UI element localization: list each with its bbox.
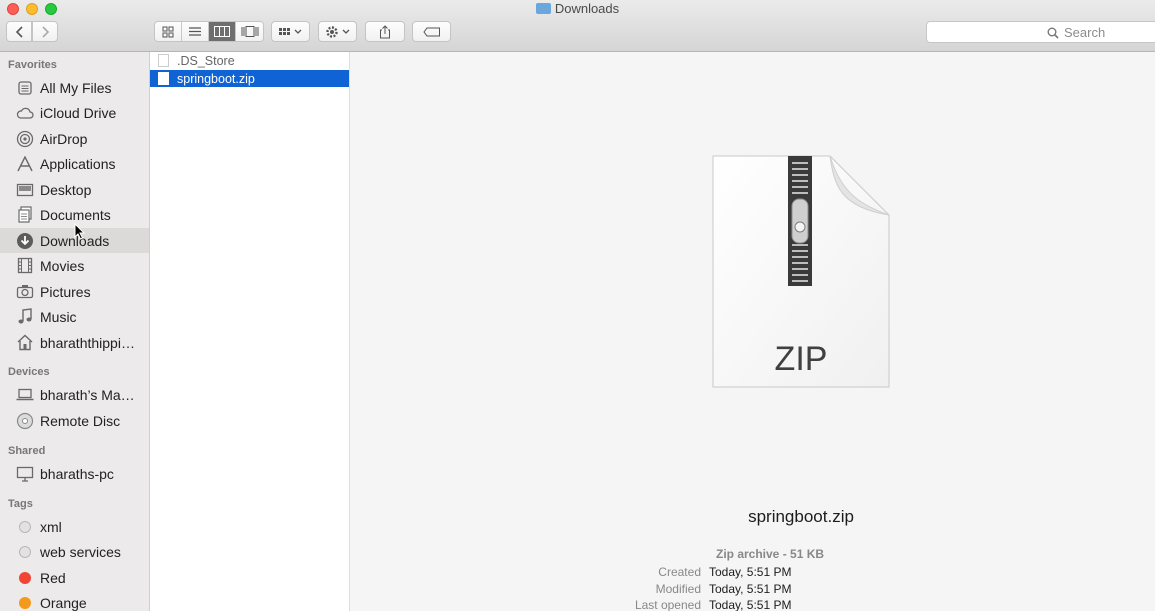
sidebar: Favorites All My Files iCloud Drive AirD… [0,52,150,611]
applications-icon [16,155,34,173]
window-toolbar: Downloads Search [0,0,1155,52]
list-view-button[interactable] [182,22,209,41]
sidebar-item-macbook[interactable]: bharath’s Ma… [0,382,149,407]
icon-view-button[interactable] [155,22,182,41]
sidebar-tag-xml[interactable]: xml [0,514,149,539]
gear-icon [325,25,349,38]
sidebar-item-home[interactable]: bharaththippi… [0,330,149,355]
laptop-icon [16,386,34,404]
share-icon [380,24,390,38]
pc-icon [16,465,34,483]
meta-last-opened: Last opened Today, 5:51 PM [634,598,792,611]
documents-icon [16,206,34,224]
meta-modified: Modified Today, 5:51 PM [655,582,792,596]
icon-grid-icon [162,26,174,37]
camera-icon [16,283,34,301]
search-input[interactable]: Search [926,21,1155,43]
all-files-icon [16,79,34,97]
file-row-ds-store[interactable]: .DS_Store [150,52,349,69]
tags-heading: Tags [8,498,33,510]
file-row-springboot-zip[interactable]: springboot.zip [150,70,349,87]
preview-kind: Zip archive - 51 KB [716,547,825,561]
folder-icon [535,3,551,14]
zip-label: ZIP [775,340,828,378]
cover-flow-view-button[interactable] [236,22,263,41]
meta-created: Created Today, 5:51 PM [658,565,792,579]
tag-color-dot [19,545,31,558]
chevron-right-icon [41,25,49,38]
devices-heading: Devices [8,366,50,378]
sidebar-item-airdrop[interactable]: AirDrop [0,126,149,151]
sidebar-item-movies[interactable]: Movies [0,253,149,278]
zip-document-icon: ZIP [712,155,890,388]
movies-icon [16,257,34,275]
disc-icon [16,412,34,430]
tag-color-dot [19,596,31,609]
cloud-icon [16,104,34,122]
sidebar-item-music[interactable]: Music [0,304,149,329]
sidebar-item-icloud-drive[interactable]: iCloud Drive [0,100,149,125]
sidebar-item-applications[interactable]: Applications [0,151,149,176]
list-icon [189,27,201,36]
share-button[interactable] [365,21,405,42]
column-view-button[interactable] [209,22,236,41]
file-column: .DS_Store springboot.zip [150,52,350,611]
sidebar-tag-orange[interactable]: Orange [0,590,149,611]
favorites-heading: Favorites [8,59,57,71]
back-button[interactable] [6,21,32,42]
columns-icon [214,26,230,37]
file-icon [158,54,169,67]
forward-button[interactable] [32,21,58,42]
window-title: Downloads [0,1,1155,16]
chevron-left-icon [15,25,23,38]
sidebar-item-bharaths-pc[interactable]: bharaths-pc [0,461,149,486]
arrange-grid-icon [278,27,301,35]
sidebar-tag-red[interactable]: Red [0,565,149,590]
sidebar-item-remote-disc[interactable]: Remote Disc [0,408,149,433]
tag-color-dot [19,571,31,584]
mouse-pointer-icon [74,223,86,240]
preview-pane: ZIP springboot.zip Zip archive - 51 KB C… [351,52,1155,611]
action-button[interactable] [318,21,357,42]
tag-color-dot [19,520,31,533]
search-icon [1047,27,1059,39]
sidebar-tag-web-services[interactable]: web services [0,539,149,564]
sidebar-item-all-my-files[interactable]: All My Files [0,75,149,100]
tag-icon [422,27,440,36]
airdrop-icon [16,130,34,148]
sidebar-item-pictures[interactable]: Pictures [0,279,149,304]
shared-heading: Shared [8,445,46,457]
view-mode-selector [154,21,264,42]
desktop-icon [16,181,34,199]
zip-file-icon [158,72,169,85]
sidebar-item-desktop[interactable]: Desktop [0,177,149,202]
arrange-button[interactable] [271,21,310,42]
preview-file-name: springboot.zip [748,507,854,526]
home-icon [16,334,34,352]
music-icon [16,308,34,326]
cover-flow-icon [241,26,258,37]
downloads-icon [16,232,34,250]
tag-button[interactable] [412,21,451,42]
